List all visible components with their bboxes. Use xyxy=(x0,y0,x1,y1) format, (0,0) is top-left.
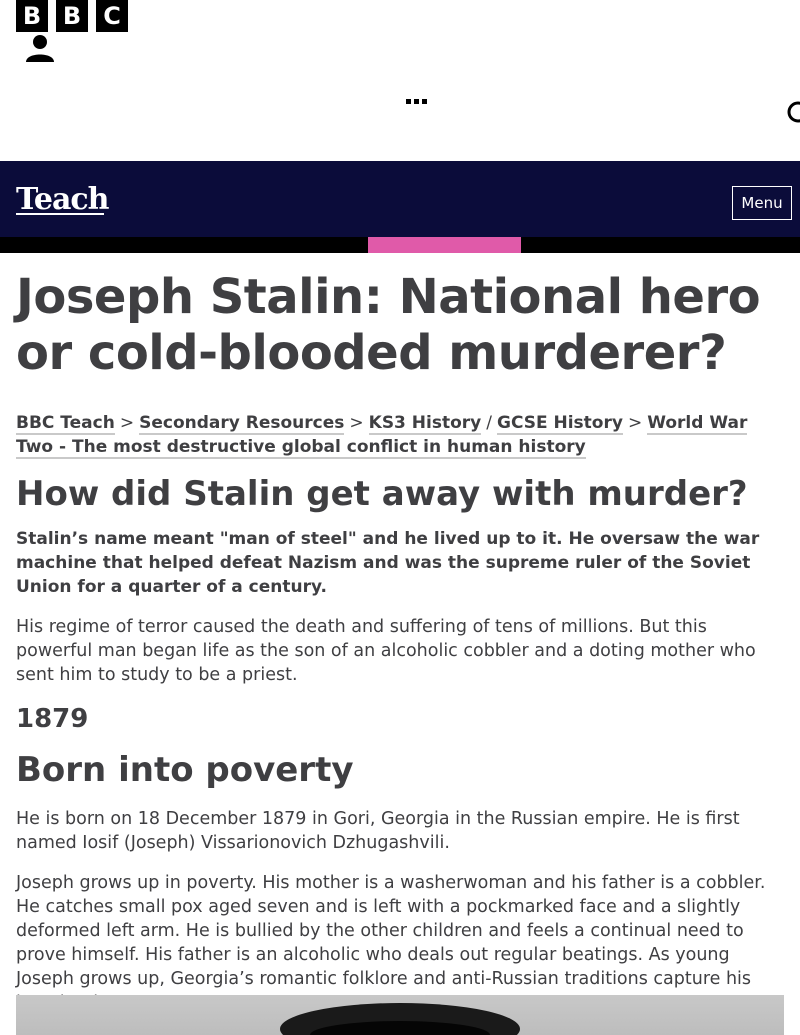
section-strip xyxy=(0,237,800,253)
breadcrumb-separator: / xyxy=(486,413,492,433)
bbc-global-header: B B C xyxy=(0,0,800,161)
strip-accent-bar xyxy=(368,237,521,253)
breadcrumb-link-secondary-resources[interactable]: Secondary Resources xyxy=(139,413,345,435)
account-icon[interactable] xyxy=(25,34,55,62)
breadcrumb-separator: > xyxy=(627,413,643,433)
bbc-logo-block-b1: B xyxy=(16,0,48,32)
breadcrumb-link-bbc-teach[interactable]: BBC Teach xyxy=(16,413,115,435)
timeline-heading: Born into poverty xyxy=(16,750,354,790)
bbc-logo-block-b2: B xyxy=(56,0,88,32)
bbc-logo[interactable]: B B C xyxy=(16,0,128,32)
breadcrumb-separator: > xyxy=(349,413,364,433)
breadcrumb-link-gcse-history[interactable]: GCSE History xyxy=(496,413,623,435)
timeline-year: 1879 xyxy=(16,704,89,734)
article-content: Joseph Stalin: National hero or cold-blo… xyxy=(16,253,784,1015)
stalin-portrait-image xyxy=(16,995,784,1035)
breadcrumb-link-ks3-history[interactable]: KS3 History xyxy=(368,413,482,435)
menu-button[interactable]: Menu xyxy=(732,186,792,220)
breadcrumb: BBC Teach > Secondary Resources > KS3 Histor… xyxy=(16,411,784,459)
more-menu-icon[interactable] xyxy=(404,90,430,104)
intro-paragraph: His regime of terror caused the death an… xyxy=(16,617,756,685)
section-title: How did Stalin get away with murder? xyxy=(16,474,748,514)
bbc-logo-block-c: C xyxy=(96,0,128,32)
teach-logo-underline xyxy=(16,213,104,215)
lead-paragraph: Stalin’s name meant "man of steel" and h… xyxy=(16,529,760,597)
page-title: Joseph Stalin: National hero or cold-blo… xyxy=(16,269,761,381)
teach-navigation-band: Teach Menu xyxy=(0,161,800,237)
search-icon[interactable] xyxy=(786,100,800,126)
body-paragraph-birth: He is born on 18 December 1879 in Gori, … xyxy=(16,809,740,853)
breadcrumb-separator: > xyxy=(119,413,135,433)
teach-logo[interactable]: Teach xyxy=(16,184,109,216)
body-paragraph-childhood: Joseph grows up in poverty. His mother i… xyxy=(16,873,766,1013)
